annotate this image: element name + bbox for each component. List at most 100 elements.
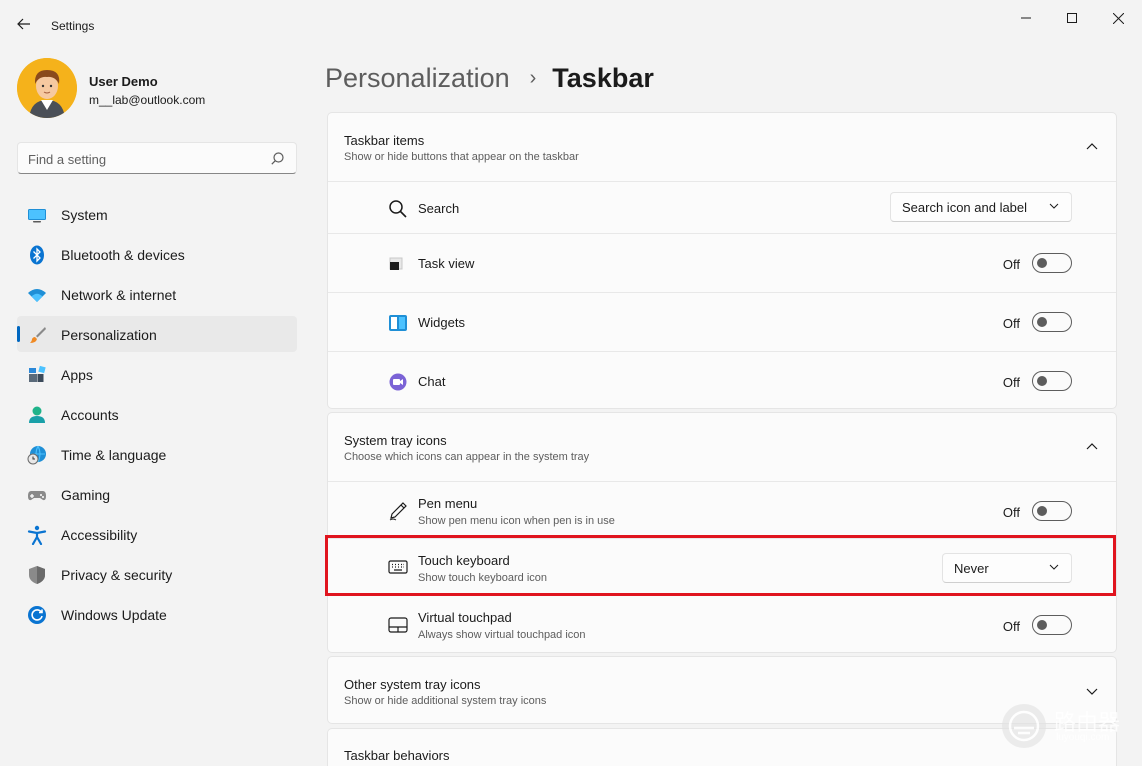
sidebar-item-label: Gaming: [61, 487, 111, 503]
setting-description: Always show virtual touchpad icon: [418, 629, 586, 641]
system-icon: [28, 209, 46, 223]
shield-icon: [29, 566, 45, 584]
toggle-state: Off: [1002, 505, 1020, 520]
section-subtitle: Show or hide additional system tray icon…: [344, 695, 547, 707]
sidebar-item-bluetooth[interactable]: Bluetooth & devices: [17, 236, 297, 272]
sidebar-item-personalization[interactable]: Personalization: [17, 316, 297, 352]
setting-row-search: Search Search icon and label: [328, 181, 1116, 233]
sidebar-nav: System Bluetooth & devices Network & int…: [17, 196, 297, 636]
touch-keyboard-dropdown[interactable]: Never: [942, 553, 1072, 583]
sidebar-item-apps[interactable]: Apps: [17, 356, 297, 392]
accessibility-icon: [27, 525, 47, 545]
sidebar-item-label: Accessibility: [61, 527, 138, 543]
sidebar-item-system[interactable]: System: [17, 196, 297, 232]
sidebar-item-accounts[interactable]: Accounts: [17, 396, 297, 432]
search-mode-dropdown[interactable]: Search icon and label: [890, 192, 1072, 222]
touchpad-icon: [388, 617, 408, 633]
setting-label: Search: [418, 201, 460, 216]
chat-toggle[interactable]: [1032, 371, 1072, 391]
section-title: System tray icons: [344, 433, 447, 448]
breadcrumb-separator-icon: ›: [529, 66, 537, 89]
sidebar-item-privacy-security[interactable]: Privacy & security: [17, 556, 297, 592]
dropdown-value: Search icon and label: [902, 200, 1028, 215]
search-icon: [271, 152, 284, 165]
section-subtitle: Show or hide buttons that appear on the …: [344, 151, 579, 163]
back-arrow-icon: [17, 18, 30, 30]
brush-icon: [30, 327, 46, 343]
widgets-icon: [389, 315, 407, 331]
section-subtitle: Choose which icons can appear in the sys…: [344, 451, 590, 463]
section-title: Taskbar behaviors: [344, 748, 450, 763]
chevron-up-icon[interactable]: [1086, 442, 1098, 450]
sidebar-item-label: Bluetooth & devices: [61, 247, 185, 263]
dropdown-value: Never: [954, 561, 989, 576]
page-title: Taskbar: [552, 62, 654, 93]
virtual-touchpad-toggle[interactable]: [1032, 615, 1072, 635]
pen-menu-toggle[interactable]: [1032, 501, 1072, 521]
section-title: Taskbar items: [344, 133, 425, 148]
accounts-icon: [29, 406, 45, 423]
sidebar-item-time-language[interactable]: Time & language: [17, 436, 297, 472]
taskbar-behaviors-section[interactable]: Taskbar behaviors: [327, 728, 1117, 766]
toggle-state: Off: [1002, 375, 1020, 390]
task-view-toggle[interactable]: [1032, 253, 1072, 273]
sidebar-item-label: Privacy & security: [61, 567, 173, 583]
breadcrumb-parent[interactable]: Personalization: [325, 63, 510, 94]
other-tray-section[interactable]: Other system tray icons Show or hide add…: [327, 656, 1117, 724]
task-view-icon: [389, 257, 403, 270]
toggle-state: Off: [1002, 316, 1020, 331]
setting-label: Task view: [418, 256, 475, 271]
gamepad-icon: [28, 491, 46, 501]
sidebar-item-label: Accounts: [61, 407, 119, 423]
maximize-button[interactable]: [1049, 6, 1095, 30]
keyboard-icon: [388, 560, 408, 574]
setting-description: Show pen menu icon when pen is in use: [418, 515, 615, 527]
sidebar-item-windows-update[interactable]: Windows Update: [17, 596, 297, 632]
setting-row-touch-keyboard: Touch keyboard Show touch keyboard icon …: [328, 538, 1116, 595]
sidebar-item-label: Personalization: [61, 327, 157, 343]
app-title: Settings: [51, 19, 95, 33]
system-tray-section: System tray icons Choose which icons can…: [327, 412, 1117, 653]
chat-icon: [389, 373, 407, 391]
chevron-down-icon[interactable]: [1086, 688, 1098, 696]
sidebar-item-label: Windows Update: [61, 607, 167, 623]
pen-icon: [389, 502, 407, 521]
setting-row-pen-menu: Pen menu Show pen menu icon when pen is …: [328, 481, 1116, 538]
toggle-state: Off: [1002, 619, 1020, 634]
setting-label: Virtual touchpad: [418, 610, 512, 625]
search-box[interactable]: [17, 142, 297, 174]
setting-row-task-view: Task view Off: [328, 233, 1116, 292]
taskbar-items-section: Taskbar items Show or hide buttons that …: [327, 112, 1117, 409]
breadcrumb: Personalization › Taskbar: [325, 60, 654, 96]
system-tray-header[interactable]: System tray icons Choose which icons can…: [328, 413, 1116, 481]
watermark-circle: [1002, 704, 1046, 748]
search-input[interactable]: [28, 149, 258, 169]
close-icon: [1112, 12, 1124, 24]
setting-label: Widgets: [418, 315, 465, 330]
sidebar-item-network[interactable]: Network & internet: [17, 276, 297, 312]
chevron-down-icon: [1049, 564, 1059, 570]
minimize-button[interactable]: [1003, 6, 1049, 30]
sidebar-item-gaming[interactable]: Gaming: [17, 476, 297, 512]
setting-row-chat: Chat Off: [328, 351, 1116, 409]
apps-icon: [29, 365, 46, 382]
bluetooth-icon: [30, 245, 44, 265]
taskbar-items-header[interactable]: Taskbar items Show or hide buttons that …: [328, 113, 1116, 181]
title-bar: Settings: [0, 0, 1142, 44]
minimize-icon: [1021, 17, 1031, 19]
setting-label: Chat: [418, 374, 446, 389]
close-button[interactable]: [1095, 6, 1141, 30]
widgets-toggle[interactable]: [1032, 312, 1072, 332]
sidebar-item-label: Time & language: [61, 447, 167, 463]
setting-description: Show touch keyboard icon: [418, 572, 548, 584]
setting-label: Pen menu: [418, 496, 478, 511]
chevron-up-icon[interactable]: [1086, 142, 1098, 150]
toggle-state: Off: [1002, 257, 1020, 272]
avatar: [17, 58, 77, 118]
back-button[interactable]: [10, 10, 38, 38]
user-profile[interactable]: User Demo m__lab@outlook.com: [17, 58, 297, 120]
watermark-logo: 路由器 luyouqi.com: [1000, 702, 1128, 750]
sidebar-item-accessibility[interactable]: Accessibility: [17, 516, 297, 552]
sidebar-item-label: Network & internet: [61, 287, 177, 303]
user-email: m__lab@outlook.com: [89, 93, 206, 107]
